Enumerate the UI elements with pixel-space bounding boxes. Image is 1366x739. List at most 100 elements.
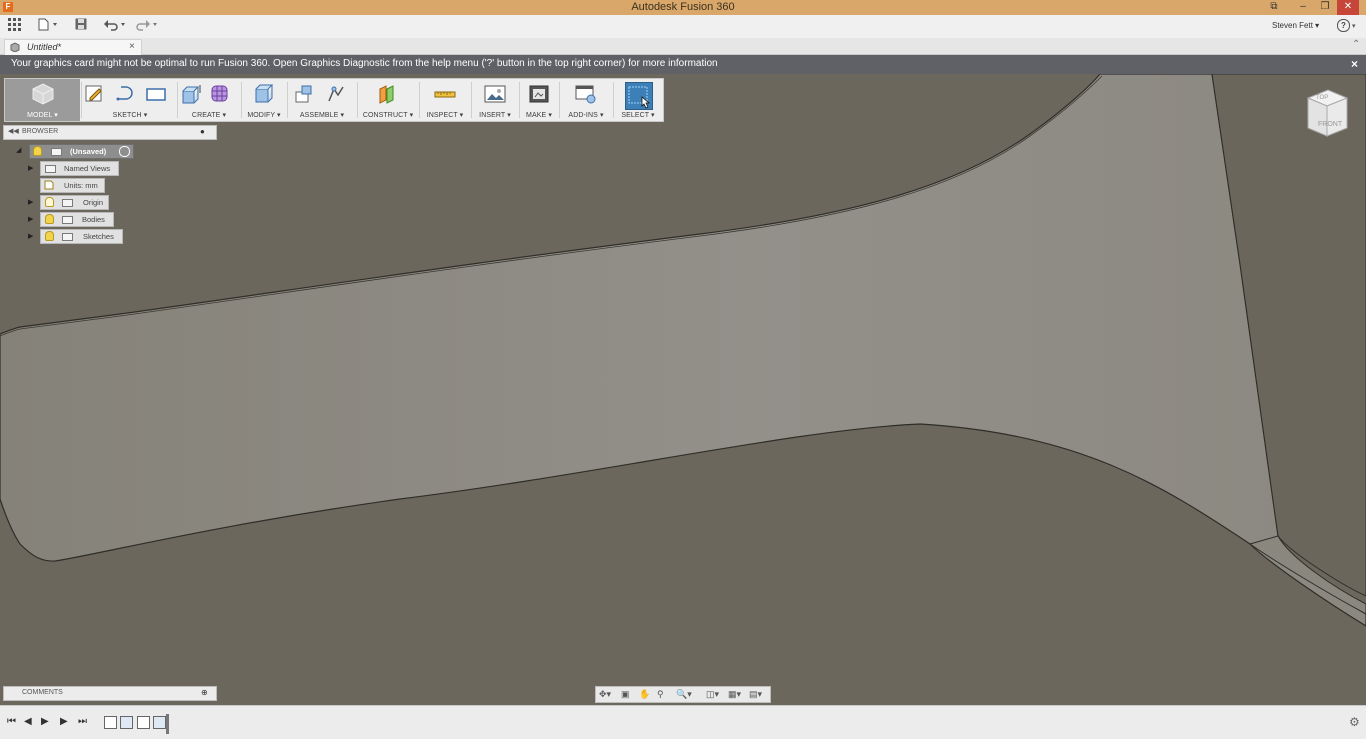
visibility-bulb-icon[interactable]	[33, 146, 42, 156]
visibility-bulb-icon[interactable]	[45, 214, 54, 224]
viewports-icon[interactable]: ▤▾	[749, 689, 762, 700]
browser-node-units[interactable]: Units: mm	[40, 178, 105, 193]
pin-browser-icon[interactable]: ●	[200, 127, 205, 136]
extrude-icon[interactable]	[180, 83, 202, 105]
maximize-button[interactable]: ❐	[1314, 0, 1336, 15]
expand-triangle-icon[interactable]: ▶	[28, 215, 33, 223]
add-ins-group[interactable]: ADD-INS ▾	[561, 79, 611, 121]
visibility-bulb-icon[interactable]	[45, 197, 54, 207]
viewcube[interactable]: TOP FRONT	[1305, 88, 1349, 140]
select-menu[interactable]: SELECT ▾	[615, 111, 661, 119]
comments-title: COMMENTS	[22, 689, 63, 696]
dismiss-warning-icon[interactable]: ×	[1351, 57, 1358, 71]
visibility-bulb-icon[interactable]	[45, 231, 54, 241]
expand-triangle-icon[interactable]: ▶	[28, 164, 33, 172]
select-group[interactable]: SELECT ▾	[615, 79, 661, 121]
close-tab-icon[interactable]: ×	[129, 41, 135, 52]
inspect-menu[interactable]: INSPECT ▾	[421, 111, 469, 119]
add-comment-icon[interactable]: ⊕	[201, 688, 208, 697]
help-icon[interactable]: ? ▾	[1337, 19, 1355, 32]
timeline-extrude-feature[interactable]	[153, 716, 166, 729]
scripts-addins-icon[interactable]	[575, 83, 597, 105]
select-icon[interactable]	[625, 82, 653, 110]
timeline-sketch-feature[interactable]	[104, 716, 117, 729]
document-tab-label: Untitled*	[27, 42, 62, 52]
timeline-settings-icon[interactable]: ⚙	[1349, 715, 1360, 729]
step-forward-icon[interactable]: ▶	[41, 716, 49, 727]
fit-zoom-icon[interactable]: 🔍▾	[676, 689, 692, 700]
add-ins-menu[interactable]: ADD-INS ▾	[561, 111, 611, 119]
press-pull-icon[interactable]	[252, 83, 274, 105]
sketch-group[interactable]: SKETCH ▾	[83, 79, 177, 121]
navigation-bar: ✥▾ ▣ ✋ ⚲ 🔍▾ ◫▾ ▦▾ ▤▾	[595, 686, 771, 703]
line-tool-icon[interactable]	[115, 83, 137, 105]
joint-icon[interactable]	[325, 83, 347, 105]
workspace-switcher[interactable]: MODEL ▾	[5, 79, 80, 121]
timeline-sketch-feature[interactable]	[137, 716, 150, 729]
file-menu-icon[interactable]	[38, 18, 58, 34]
data-panel-grid-icon[interactable]	[8, 18, 21, 34]
document-icon	[10, 42, 20, 53]
redo-icon[interactable]	[135, 18, 159, 34]
create-menu[interactable]: CREATE ▾	[179, 111, 239, 119]
make-menu[interactable]: MAKE ▾	[521, 111, 557, 119]
viewcube-top-face[interactable]: TOP	[1316, 95, 1328, 101]
user-account-menu[interactable]: Steven Fett ▾	[1272, 21, 1319, 30]
activate-radio-icon[interactable]	[119, 146, 130, 157]
modify-group[interactable]: MODIFY ▾	[243, 79, 285, 121]
grid-settings-icon[interactable]: ▦▾	[728, 689, 741, 700]
construct-menu[interactable]: CONSTRUCT ▾	[359, 111, 417, 119]
browser-node-sketches[interactable]: Sketches	[40, 229, 123, 244]
play-icon[interactable]: ▶	[60, 716, 68, 727]
browser-panel-header: ◀◀ BROWSER ●	[3, 125, 217, 140]
offset-plane-icon[interactable]	[377, 83, 399, 105]
display-settings-icon[interactable]: ◫▾	[706, 689, 719, 700]
root-label: (Unsaved)	[70, 147, 107, 156]
document-tab[interactable]: Untitled* ×	[4, 39, 142, 55]
browser-node-origin[interactable]: Origin	[40, 195, 109, 210]
browser-node-named-views[interactable]: Named Views	[40, 161, 119, 176]
minimize-button[interactable]: –	[1292, 0, 1314, 15]
insert-group[interactable]: INSERT ▾	[473, 79, 517, 121]
expand-triangle-icon[interactable]: ▶	[28, 232, 33, 240]
pan-icon[interactable]: ✋	[639, 689, 650, 700]
close-window-button[interactable]: ✕	[1337, 0, 1359, 15]
timeline-extrude-feature[interactable]	[120, 716, 133, 729]
insert-menu[interactable]: INSERT ▾	[473, 111, 517, 119]
create-sketch-icon[interactable]	[84, 83, 106, 105]
collapse-browser-icon[interactable]: ◀◀	[8, 127, 19, 135]
inspect-group[interactable]: INSPECT ▾	[421, 79, 469, 121]
save-icon[interactable]	[75, 18, 87, 34]
zoom-icon[interactable]: ⚲	[657, 689, 664, 700]
sketch-menu[interactable]: SKETCH ▾	[83, 111, 177, 119]
rectangle-tool-icon[interactable]	[145, 83, 167, 105]
model-workspace-icon	[32, 83, 54, 105]
create-group[interactable]: CREATE ▾	[179, 79, 239, 121]
collapse-triangle-icon[interactable]: ◢	[16, 146, 21, 154]
viewcube-front-face[interactable]: FRONT	[1318, 121, 1342, 128]
assemble-menu[interactable]: ASSEMBLE ▾	[289, 111, 355, 119]
orbit-icon[interactable]: ✥▾	[599, 689, 611, 700]
timeline-marker[interactable]	[166, 714, 169, 734]
assemble-group[interactable]: ASSEMBLE ▾	[289, 79, 355, 121]
go-to-end-icon[interactable]: ⏭	[78, 716, 87, 727]
modify-menu[interactable]: MODIFY ▾	[243, 111, 285, 119]
go-to-start-icon[interactable]: ⏮	[7, 716, 16, 727]
insert-image-icon[interactable]	[484, 83, 506, 105]
node-label: Bodies	[82, 215, 105, 224]
make-group[interactable]: MAKE ▾	[521, 79, 557, 121]
3d-print-icon[interactable]	[528, 83, 550, 105]
expand-triangle-icon[interactable]: ▶	[28, 198, 33, 206]
chevron-up-icon[interactable]: ⌃	[1352, 39, 1360, 50]
undo-icon[interactable]	[103, 18, 127, 34]
new-component-icon[interactable]	[293, 83, 315, 105]
restore-tabs-icon[interactable]: ⧉	[1263, 0, 1285, 15]
look-at-icon[interactable]: ▣	[621, 689, 630, 700]
construct-group[interactable]: CONSTRUCT ▾	[359, 79, 417, 121]
step-back-icon[interactable]: ◀	[24, 716, 32, 727]
ribbon-divider	[241, 82, 242, 118]
measure-icon[interactable]	[434, 83, 456, 105]
browser-node-bodies[interactable]: Bodies	[40, 212, 114, 227]
form-icon[interactable]	[209, 83, 231, 105]
browser-root-node[interactable]: (Unsaved)	[29, 144, 134, 159]
